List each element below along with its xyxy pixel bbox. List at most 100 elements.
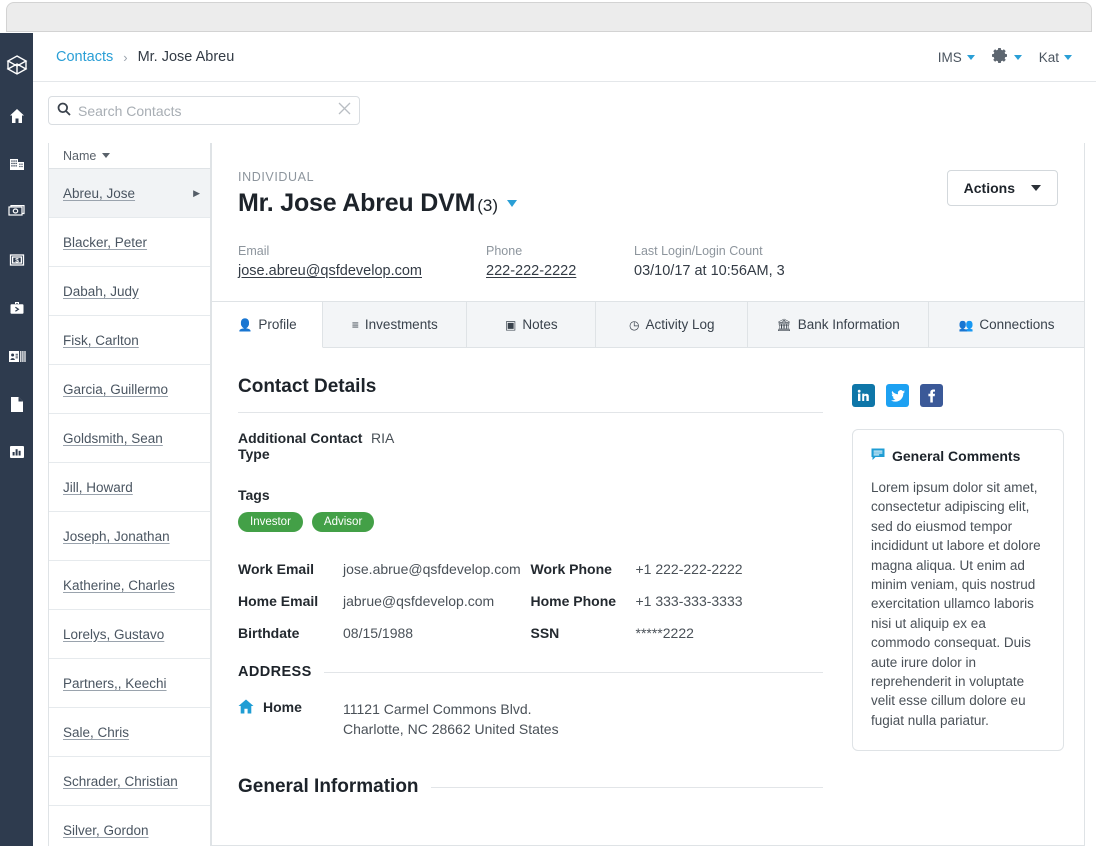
tab-notes[interactable]: ▣ Notes [467,302,597,347]
divider [430,786,823,788]
contact-link[interactable]: Garcia, Guillermo [63,382,168,397]
tab-connections[interactable]: 👥 Connections [928,302,1085,347]
field-label: Home Email [238,593,319,609]
tag-pill[interactable]: Investor [238,512,303,532]
address-type-label: Home [263,699,302,715]
page-title: Mr. Jose Abreu DVM [238,189,476,217]
chevron-right-icon: ▶ [193,187,200,198]
record-count: (3) [477,196,498,215]
record-meta-row: Email jose.abreu@qsfdevelop.com Phone 222-2… [238,244,1058,301]
contact-link[interactable]: Blacker, Peter [63,235,147,250]
general-comments-text: Lorem ipsum dolor sit amet, consectetur … [871,480,1041,728]
field-cell: Home Phone +1 333-333-3333 [531,593,824,609]
record-type-label: INDIVIDUAL [238,170,315,184]
contact-list-sort-header[interactable]: Name [49,143,210,169]
contact-link[interactable]: Abreu, Jose [63,186,135,201]
rail-item-document-icon[interactable] [0,380,33,428]
contact-link[interactable]: Schrader, Christian [63,774,178,789]
rail-item-building-icon[interactable] [0,140,33,188]
record-panel: INDIVIDUAL Mr. Jose Abreu DVM (3) Action… [211,143,1085,846]
field-cell: Home Email jabrue@qsfdevelop.com [238,593,531,609]
rail-item-home-icon[interactable] [0,92,33,140]
list-item[interactable]: Dabah, Judy [49,267,210,316]
address-line-2: Charlotte, NC 28662 United States [343,721,559,737]
meta-label: Email [238,244,270,258]
linkedin-icon[interactable] [852,384,875,407]
contact-link[interactable]: Sale, Chris [63,725,129,740]
list-item[interactable]: Jill, Howard [49,463,210,512]
settings-menu[interactable] [986,43,1028,71]
contact-link[interactable]: Dabah, Judy [63,284,139,299]
list-item[interactable]: Katherine, Charles [49,561,210,610]
contact-list: Name Abreu, Jose ▶ Blacker, Peter Dabah, Ju… [48,143,211,846]
record-meta-item: Phone 222-222-2222 [486,244,634,279]
rail-item-dollar-icon[interactable]: $ [0,236,33,284]
tab-label: Connections [979,317,1055,332]
list-item[interactable]: Goldsmith, Sean [49,414,210,463]
tab-activity-log[interactable]: ◷ Activity Log [596,302,749,347]
record-dropdown-icon[interactable] [506,200,517,207]
contact-link[interactable]: Fisk, Carlton [63,333,139,348]
list-item[interactable]: Schrader, Christian [49,757,210,806]
address-section-header: ADDRESS [238,664,823,680]
actions-button[interactable]: Actions [946,170,1058,206]
meta-value-link[interactable]: 222-222-2222 [486,263,576,279]
tab-profile[interactable]: 👤 Profile [212,302,324,348]
contact-link[interactable]: Partners,, Keechi [63,676,167,691]
cube-logo-icon[interactable] [0,42,33,92]
field-label: Work Phone [530,561,612,577]
list-item[interactable]: Sale, Chris [49,708,210,757]
chevron-down-icon [102,153,111,158]
list-item[interactable]: Partners,, Keechi [49,659,210,708]
gear-icon [991,47,1009,67]
rail-item-cash-icon[interactable] [0,188,33,236]
rail-item-id-card-icon[interactable] [0,332,33,380]
social-links [852,384,1064,407]
twitter-icon[interactable] [886,384,909,407]
address-text: 11121 Carmel Commons Blvd. Charlotte, NC… [343,699,559,739]
contact-link[interactable]: Silver, Gordon [63,823,149,838]
field-cell: Work Phone +1 222-222-2222 [531,561,824,577]
general-information-header: General Information [238,776,823,798]
contact-link[interactable]: Jill, Howard [63,480,133,495]
tab-label: Notes [522,317,558,332]
org-selector[interactable]: IMS [932,46,981,69]
profile-main-column: Contact Details Additional Contact Type … [238,376,823,798]
rail-item-chart-icon[interactable] [0,428,33,476]
breadcrumb-contacts-link[interactable]: Contacts [56,49,113,65]
meta-value[interactable]: 222-222-2222 [486,263,634,279]
field-value: +1 222-222-2222 [635,561,743,577]
tab-label: Bank Information [797,317,900,332]
field-label: Additional Contact Type [238,430,363,462]
tag-pill[interactable]: Advisor [311,512,375,532]
meta-value-link[interactable]: jose.abreu@qsfdevelop.com [238,263,422,279]
list-item[interactable]: Joseph, Jonathan [49,512,210,561]
search-input[interactable] [78,102,338,119]
search-contacts-box[interactable] [48,96,360,125]
list-item[interactable]: Lorelys, Gustavo [49,610,210,659]
contact-link[interactable]: Katherine, Charles [63,578,175,593]
user-menu[interactable]: Kat [1033,46,1078,69]
home-icon [238,699,254,739]
tab-bank-information[interactable]: 🏛 Bank Information [748,302,929,347]
sort-header-label: Name [63,148,97,163]
profile-side-column: General Comments Lorem ipsum dolor sit a… [852,376,1064,798]
list-item[interactable]: Blacker, Peter [49,218,210,267]
list-item[interactable]: Abreu, Jose ▶ [49,169,210,218]
list-item[interactable]: Fisk, Carlton [49,316,210,365]
clear-search-icon[interactable] [338,102,351,119]
tab-label: Activity Log [645,317,715,332]
meta-value[interactable]: jose.abreu@qsfdevelop.com [238,263,486,279]
bank-icon: 🏛 [776,317,792,332]
tab-investments[interactable]: ≡ Investments [323,302,468,347]
meta-value: 03/10/17 at 10:56AM, 3 [634,263,785,279]
contact-link[interactable]: Joseph, Jonathan [63,529,170,544]
chevron-down-icon [1013,54,1022,60]
contact-link[interactable]: Goldsmith, Sean [63,431,163,446]
rail-item-briefcase-icon[interactable] [0,284,33,332]
list-item[interactable]: Silver, Gordon [49,806,210,846]
facebook-icon[interactable] [920,384,943,407]
contact-link[interactable]: Lorelys, Gustavo [63,627,164,642]
list-item[interactable]: Garcia, Guillermo [49,365,210,414]
breadcrumb: Contacts › Mr. Jose Abreu [56,49,234,65]
